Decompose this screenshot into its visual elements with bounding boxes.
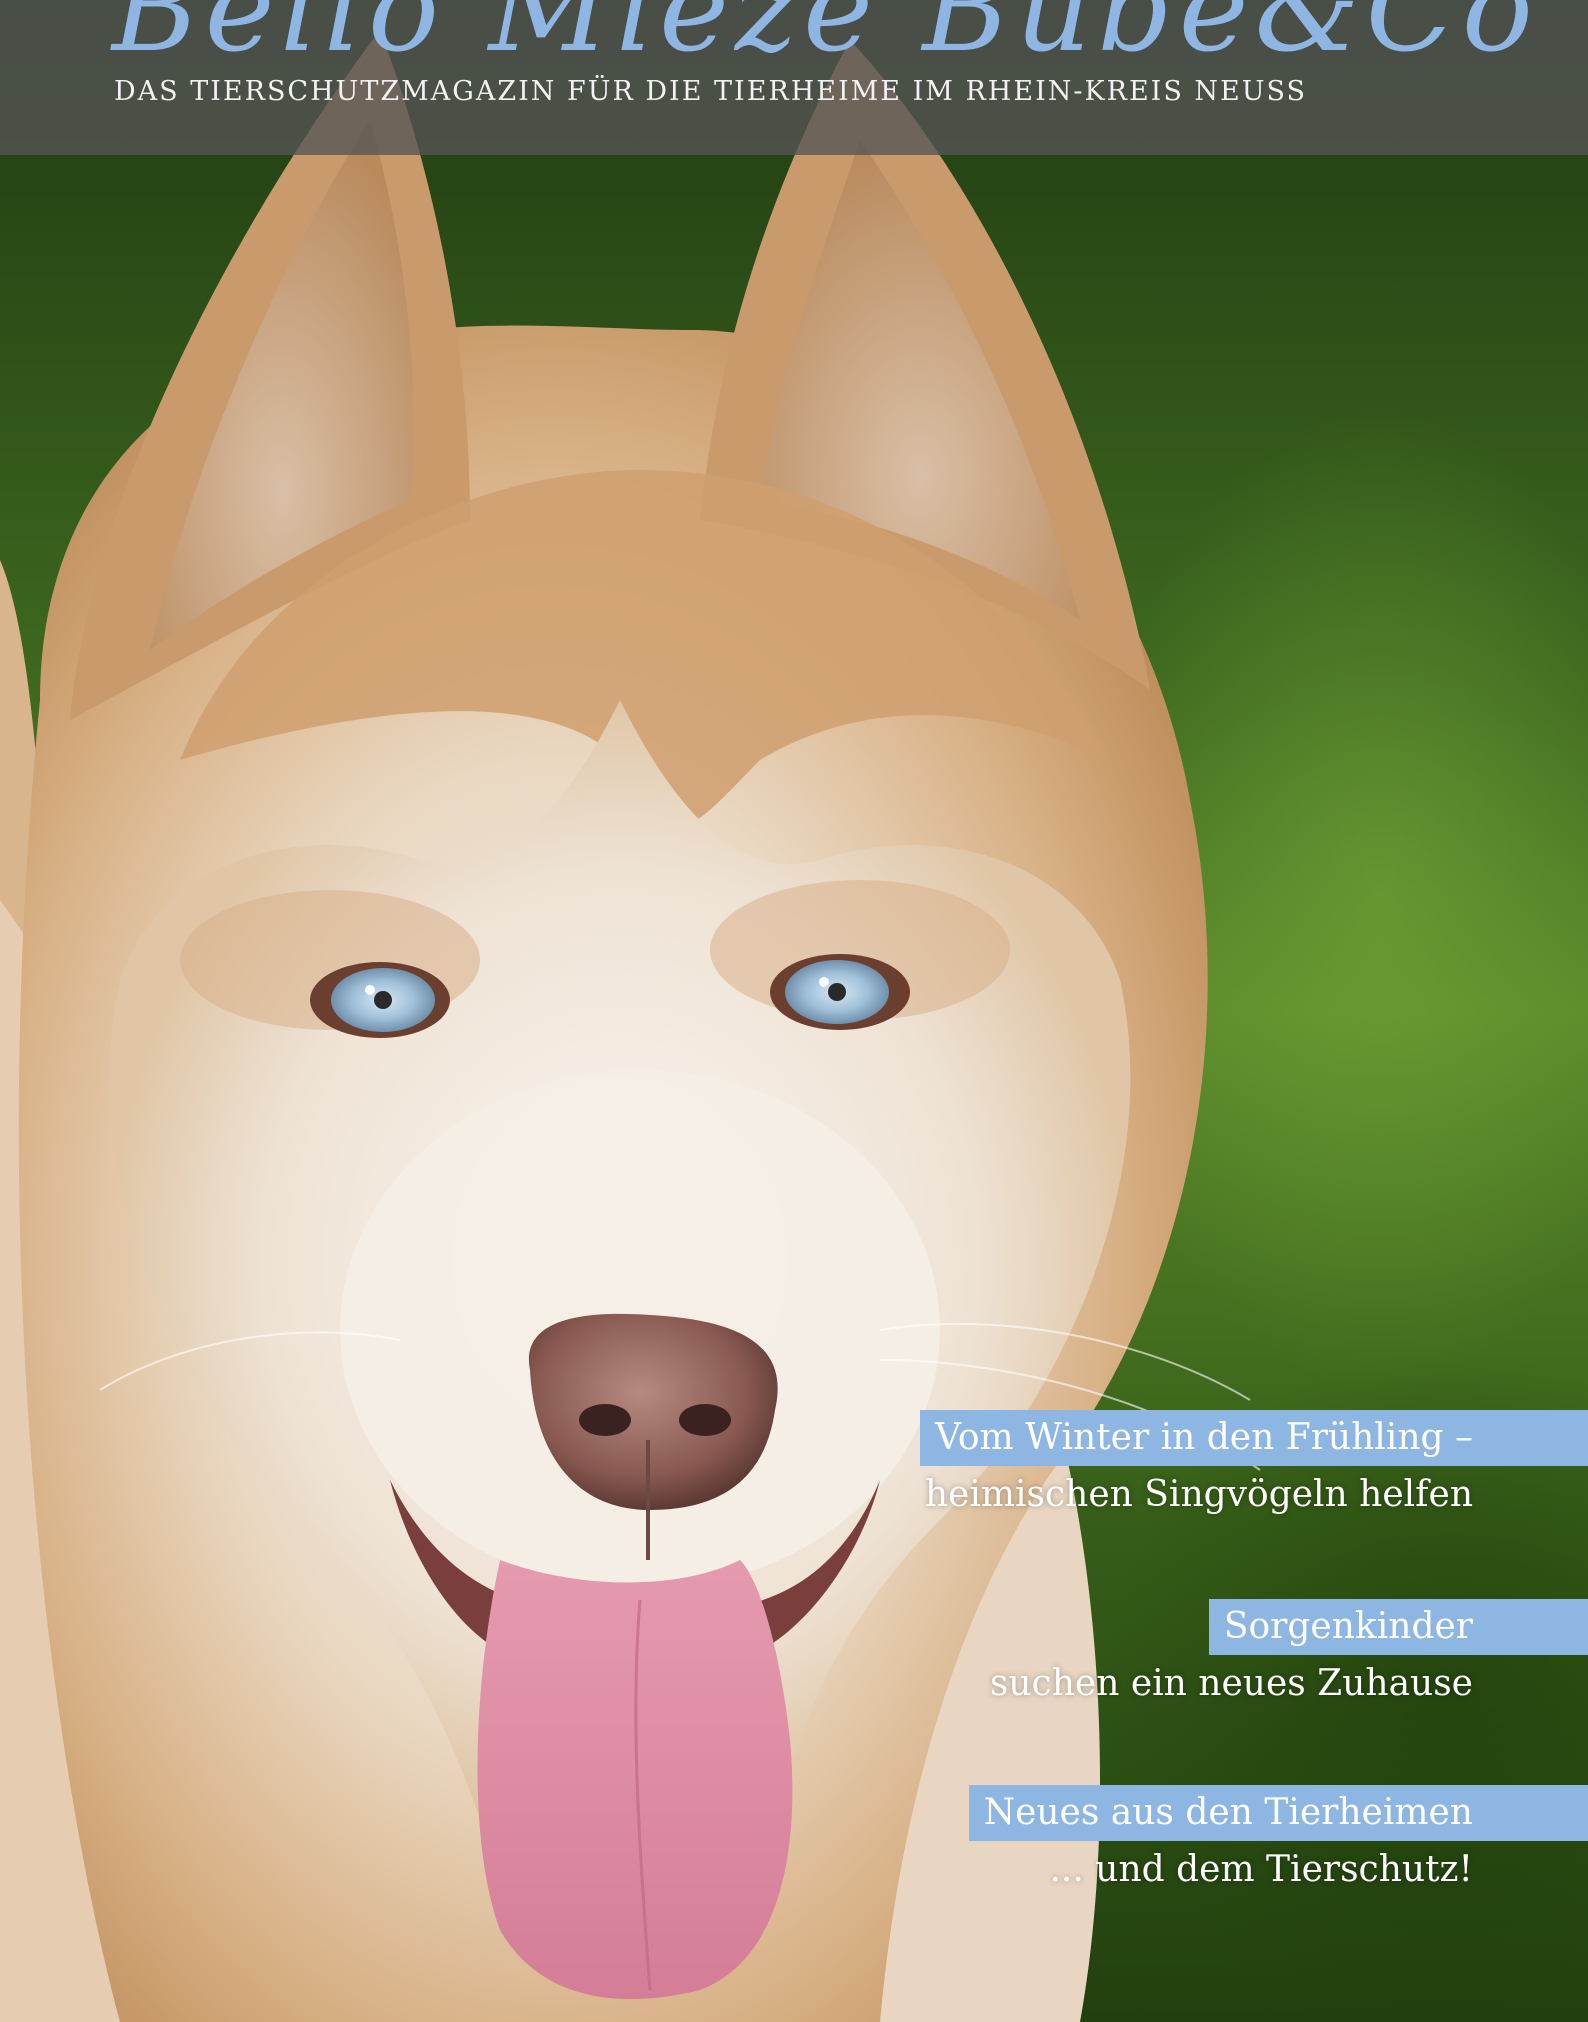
teaser-subline: heimischen Singvögeln helfen	[924, 1474, 1473, 1515]
teaser-subline: suchen ein neues Zuhause	[989, 1663, 1473, 1704]
teaser-subline: ... und dem Tierschutz!	[1049, 1849, 1473, 1890]
husky-photo	[0, 30, 1261, 2022]
teaser-sorgenkinder: Sorgenkinder suchen ein neues Zuhause	[990, 1599, 1588, 1709]
masthead-band: Bello Mieze Bube&Co DAS TIERSCHUTZMAGAZI…	[0, 0, 1588, 155]
dog-tongue	[477, 1560, 793, 2000]
teaser-headline: Vom Winter in den Frühling –	[920, 1410, 1588, 1466]
magazine-cover: Bello Mieze Bube&Co DAS TIERSCHUTZMAGAZI…	[0, 0, 1588, 2022]
teaser-headline: Sorgenkinder	[1208, 1599, 1588, 1655]
magazine-tagline: DAS TIERSCHUTZMAGAZIN FÜR DIE TIERHEIME …	[114, 76, 1308, 107]
magazine-title: Bello Mieze Bube&Co	[112, 0, 1539, 78]
teaser-headline: Neues aus den Tierheimen	[968, 1785, 1588, 1841]
teaser-singvoegel: Vom Winter in den Frühling – heimischen …	[920, 1410, 1588, 1520]
teaser-tierheime: Neues aus den Tierheimen ... und dem Tie…	[968, 1785, 1588, 1895]
